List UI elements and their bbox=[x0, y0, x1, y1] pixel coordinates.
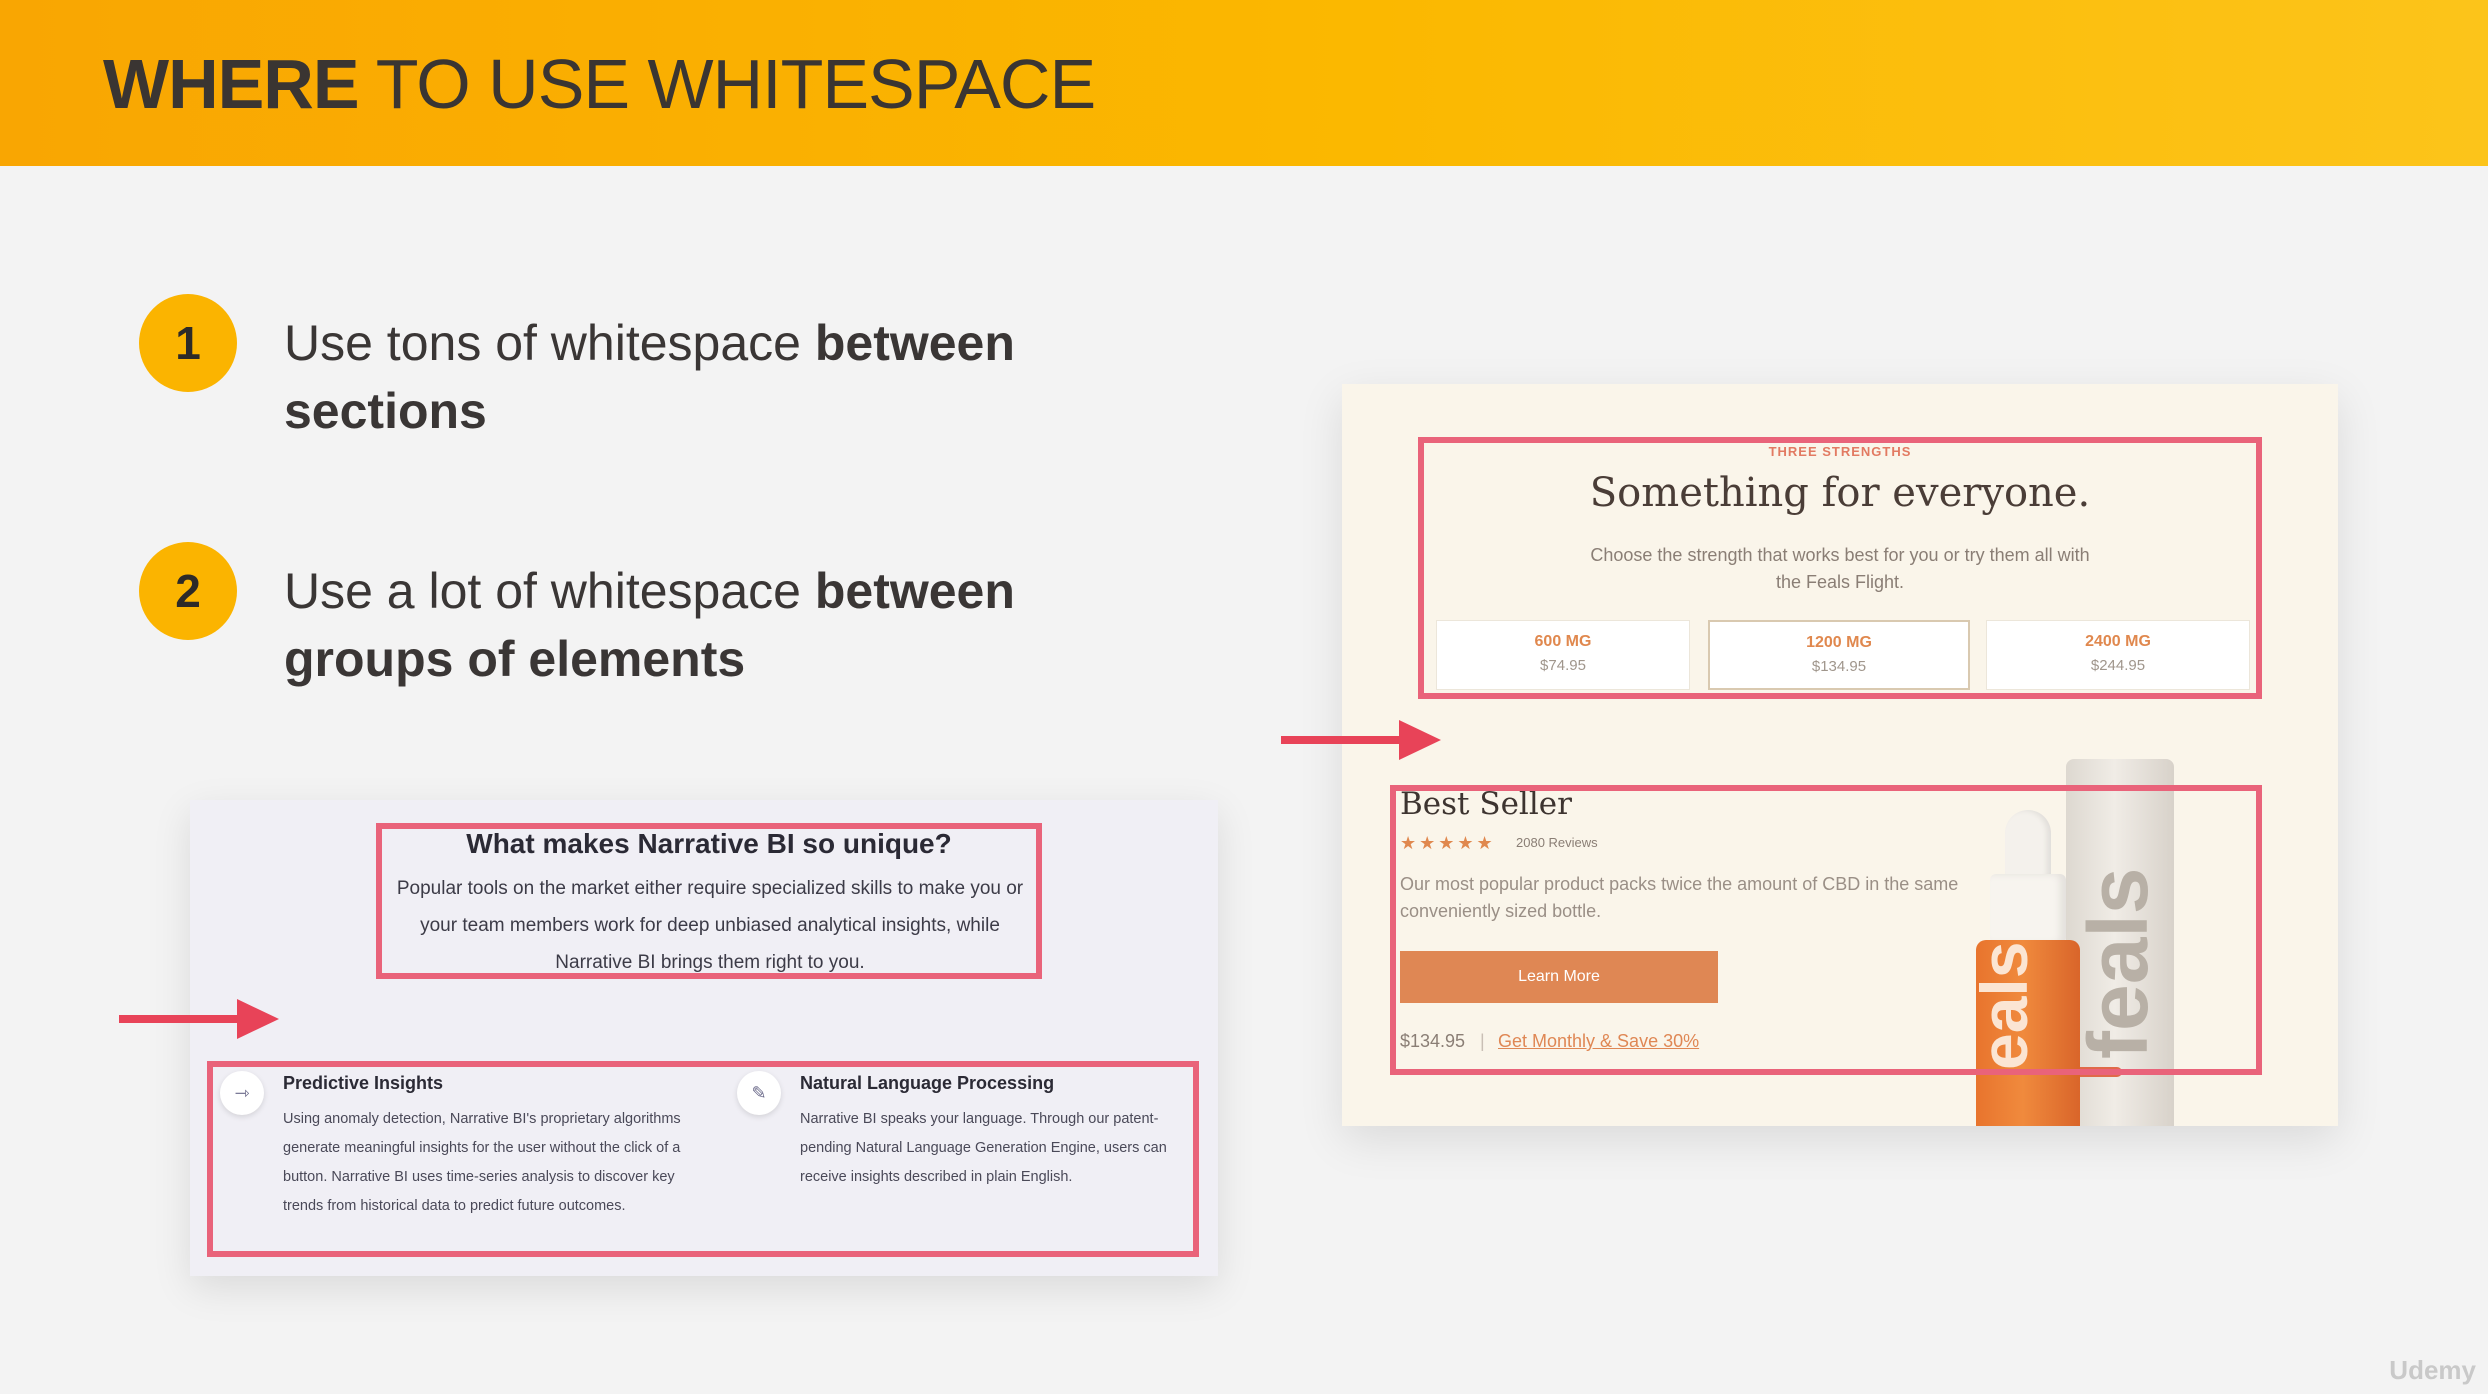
slide-title: WHERE TO USE WHITESPACE bbox=[103, 45, 1096, 123]
highlight-strengths-section bbox=[1418, 437, 2262, 699]
highlight-feature-group bbox=[207, 1061, 1199, 1257]
udemy-watermark: Udemy bbox=[2389, 1355, 2476, 1385]
point-number-1: 1 bbox=[139, 294, 237, 392]
arrow-right-icon bbox=[119, 999, 279, 1039]
highlight-section-heading bbox=[376, 823, 1042, 979]
point-text-2: Use a lot of whitespace between groups o… bbox=[284, 563, 1015, 687]
point-number-2: 2 bbox=[139, 542, 237, 640]
highlight-best-seller-section bbox=[1390, 785, 2262, 1075]
slide-header: WHERE TO USE WHITESPACE bbox=[0, 0, 2488, 166]
point-text-1: Use tons of whitespace between sections bbox=[284, 315, 1015, 439]
arrow-right-icon bbox=[1281, 720, 1441, 760]
